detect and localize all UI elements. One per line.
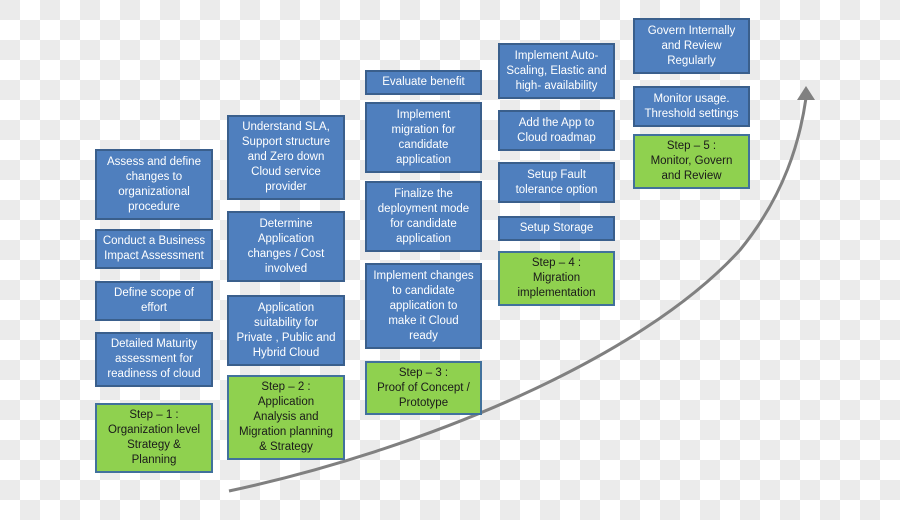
task-define-scope: Define scope of effort (95, 281, 213, 321)
task-understand-sla: Understand SLA, Support structure and Ze… (227, 115, 345, 200)
task-determine-changes: Determine Application changes / Cost inv… (227, 211, 345, 282)
step-2-box: Step – 2 : Application Analysis and Migr… (227, 375, 345, 460)
task-assess-define-changes: Assess and define changes to organizatio… (95, 149, 213, 220)
task-implement-migration: Implement migration for candidate applic… (365, 102, 482, 173)
task-monitor-usage: Monitor usage. Threshold settings (633, 86, 750, 127)
task-implement-changes: Implement changes to candidate applicati… (365, 263, 482, 349)
task-maturity-assessment: Detailed Maturity assessment for readine… (95, 332, 213, 387)
step-3-box: Step – 3 : Proof of Concept / Prototype (365, 361, 482, 415)
task-business-impact: Conduct a Business Impact Assessment (95, 229, 213, 269)
task-finalize-deployment: Finalize the deployment mode for candida… (365, 181, 482, 252)
task-add-app-roadmap: Add the App to Cloud roadmap (498, 110, 615, 151)
task-app-suitability: Application suitability for Private , Pu… (227, 295, 345, 366)
task-setup-storage: Setup Storage (498, 216, 615, 241)
step-4-box: Step – 4 : Migration implementation (498, 251, 615, 306)
task-evaluate-benefit: Evaluate benefit (365, 70, 482, 95)
arrow-head-icon (797, 86, 815, 100)
task-govern-internally: Govern Internally and Review Regularly (633, 18, 750, 74)
step-1-box: Step – 1 : Organization level Strategy &… (95, 403, 213, 473)
task-fault-tolerance: Setup Fault tolerance option (498, 162, 615, 203)
step-5-box: Step – 5 : Monitor, Govern and Review (633, 134, 750, 189)
task-auto-scaling: Implement Auto- Scaling, Elastic and hig… (498, 43, 615, 99)
